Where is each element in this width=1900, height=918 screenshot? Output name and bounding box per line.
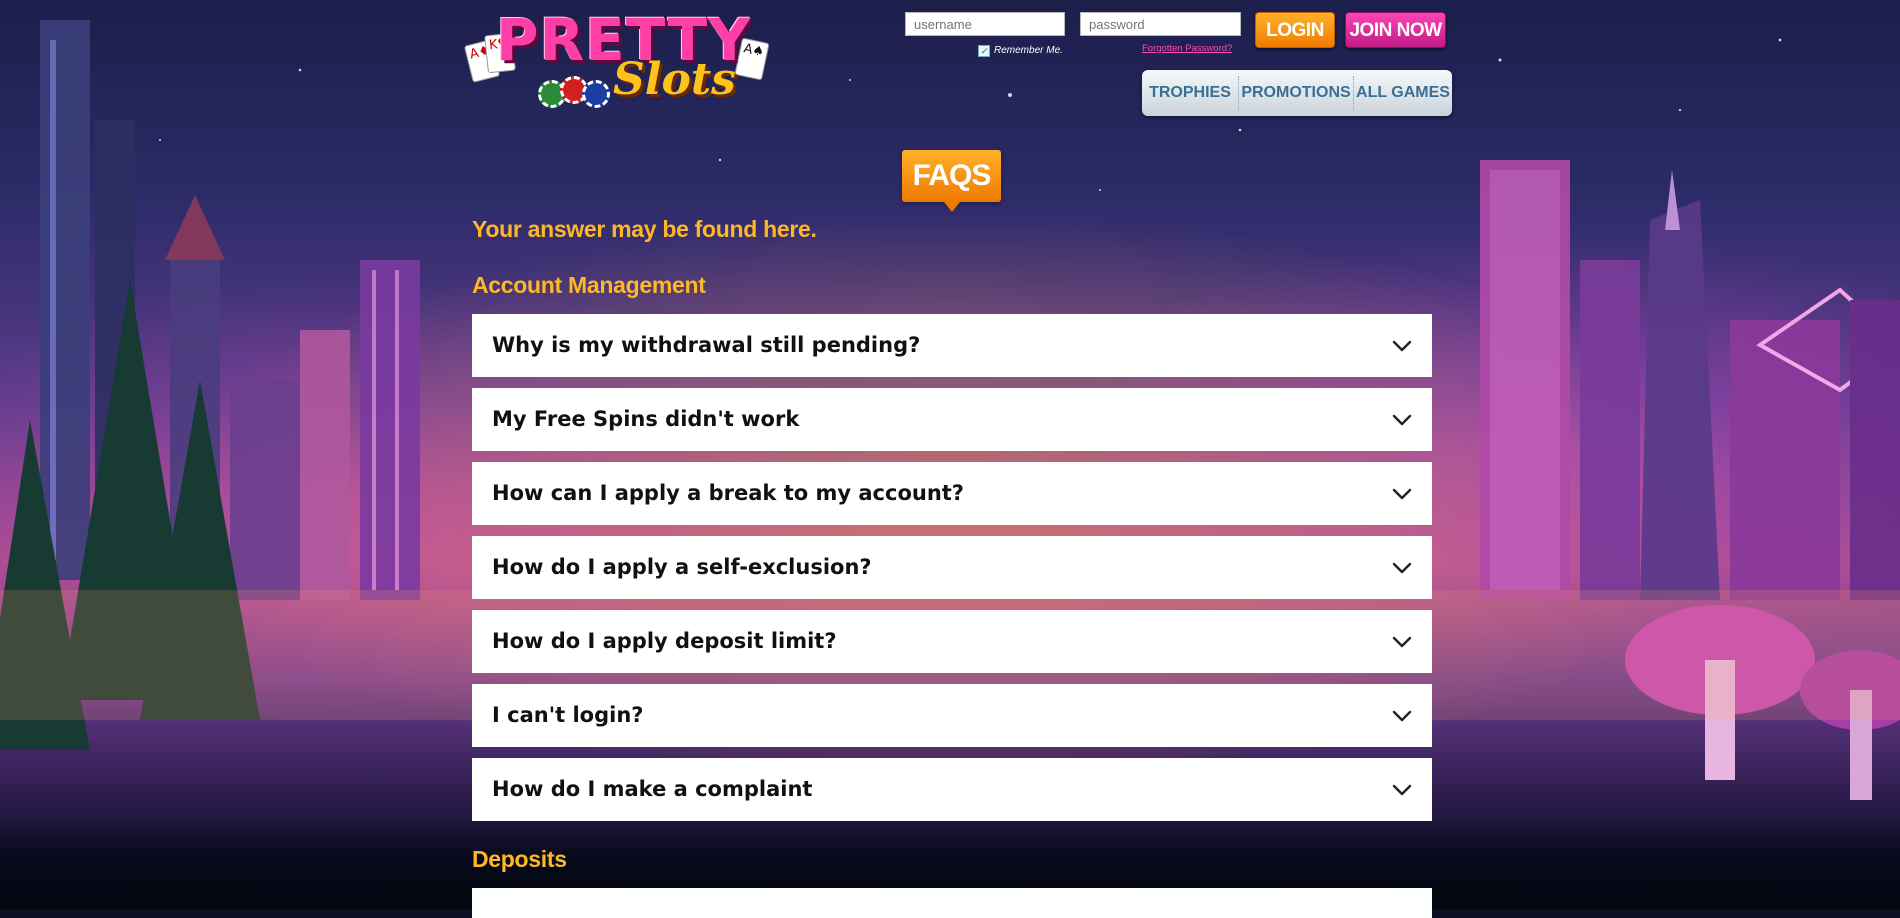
faq-item[interactable]: How do I apply a self-exclusion? <box>472 536 1432 599</box>
remember-me-checkbox[interactable]: ✓ Remember Me. <box>978 45 1063 57</box>
faq-question: My Free Spins didn't work <box>492 407 800 431</box>
remember-me-label: Remember Me. <box>994 45 1063 56</box>
faq-question: How can I apply a break to my account? <box>492 481 964 505</box>
nav-item-promotions[interactable]: PROMOTIONS <box>1239 70 1353 116</box>
nav-item-all-games[interactable]: ALL GAMES <box>1354 70 1452 116</box>
faq-question: I can't login? <box>492 703 644 727</box>
chevron-down-icon[interactable] <box>1390 334 1414 358</box>
faqs-page-badge: FAQS <box>902 150 1001 212</box>
checkbox-check-icon: ✓ <box>978 45 990 57</box>
faq-question: How do I apply a self-exclusion? <box>492 555 872 579</box>
faq-question: How do I apply deposit limit? <box>492 629 837 653</box>
faq-item[interactable]: How do I make a complaint <box>472 758 1432 821</box>
chevron-down-icon[interactable] <box>1390 556 1414 580</box>
username-input[interactable] <box>905 12 1065 36</box>
forgot-password-link[interactable]: Forgotten Password? <box>1142 43 1232 54</box>
logo-text-slots: Slots <box>613 54 736 105</box>
pretty-slots-logo[interactable]: A♦ K♥ A♠ PRETTY Slots <box>463 4 778 114</box>
join-now-button[interactable]: JOIN NOW <box>1345 12 1446 48</box>
nav-item-trophies[interactable]: TROPHIES <box>1142 70 1238 116</box>
faq-item[interactable]: How do I apply deposit limit? <box>472 610 1432 673</box>
password-input[interactable] <box>1080 12 1241 36</box>
section-title-deposits: Deposits <box>472 846 567 872</box>
page-subtitle: Your answer may be found here. <box>472 216 817 242</box>
chevron-down-icon[interactable] <box>1390 408 1414 432</box>
chevron-down-icon[interactable] <box>1390 778 1414 802</box>
chevron-down-icon[interactable] <box>1390 482 1414 506</box>
faq-item[interactable]: Why is my withdrawal still pending? <box>472 314 1432 377</box>
chevron-down-icon[interactable] <box>1390 630 1414 654</box>
faq-item[interactable]: I can't login? <box>472 684 1432 747</box>
faq-item[interactable]: How can I apply a break to my account? <box>472 462 1432 525</box>
faq-question: How do I make a complaint <box>492 777 813 801</box>
faq-item[interactable] <box>472 888 1432 918</box>
page-title: FAQS <box>912 159 992 192</box>
main-nav: TROPHIES PROMOTIONS ALL GAMES <box>1142 70 1452 116</box>
login-button[interactable]: LOGIN <box>1255 12 1335 48</box>
chevron-down-icon[interactable] <box>1390 704 1414 728</box>
faq-item[interactable]: My Free Spins didn't work <box>472 388 1432 451</box>
section-title-account-management: Account Management <box>472 272 706 298</box>
faq-question: Why is my withdrawal still pending? <box>492 333 921 357</box>
badge-pointer <box>944 202 960 212</box>
site-header: A♦ K♥ A♠ PRETTY Slots ✓ Remember Me. Forg… <box>0 0 1900 130</box>
